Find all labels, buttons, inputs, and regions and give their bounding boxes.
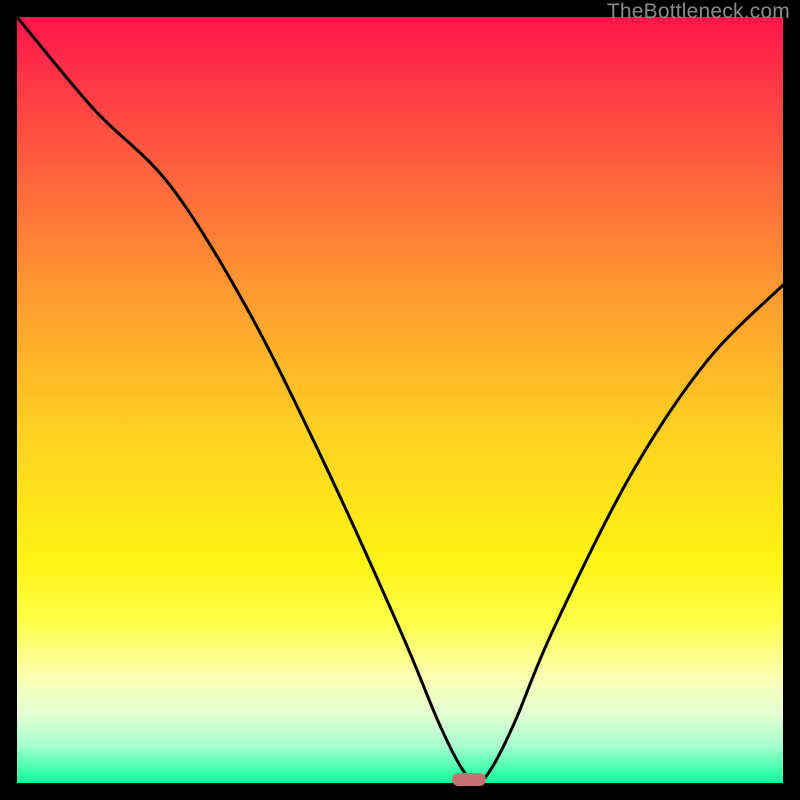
- bottleneck-curve: [0, 0, 800, 800]
- chart-frame: TheBottleneck.com: [0, 0, 800, 800]
- watermark-label: TheBottleneck.com: [607, 0, 790, 24]
- optimal-marker: [452, 773, 486, 786]
